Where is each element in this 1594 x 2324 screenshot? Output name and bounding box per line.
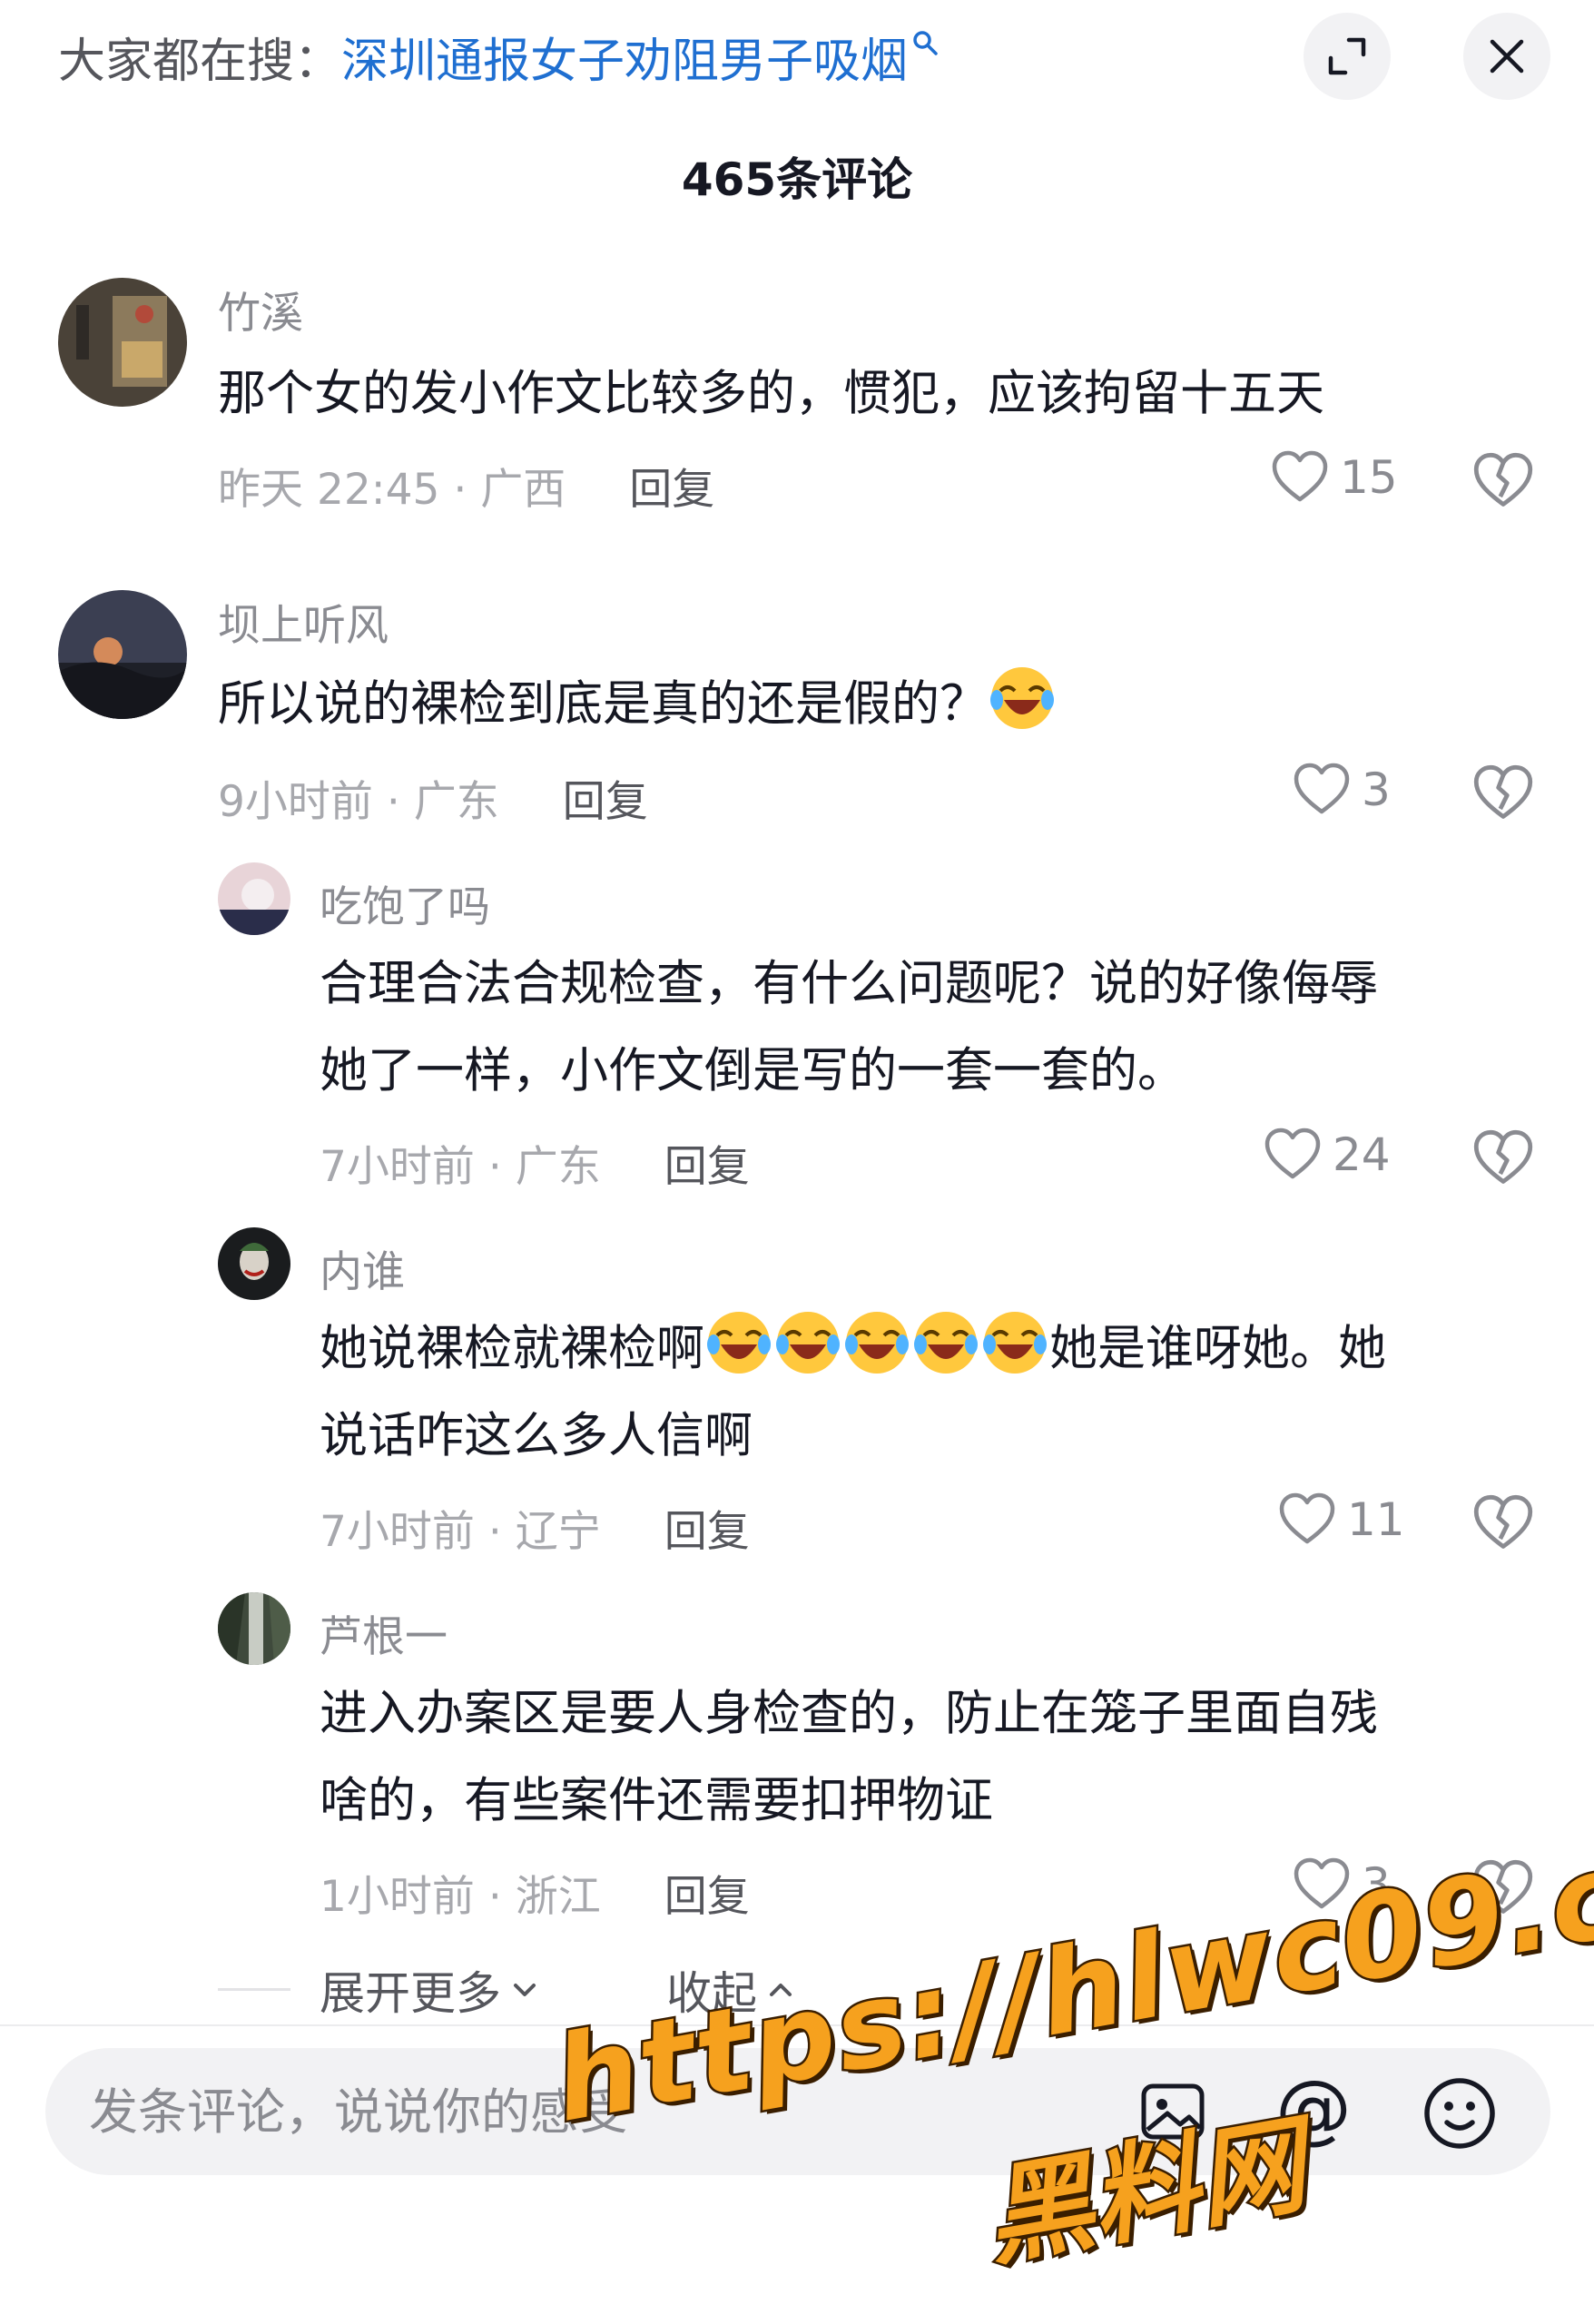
laugh-cry-emoji [988,664,1057,733]
comment-username[interactable]: 坝上听风 [218,590,389,653]
reply-text-line: 啥的，有些案件还需要扣押物证 [320,1773,993,1828]
chevron-down-icon [514,1984,536,1996]
dislike-button[interactable] [1472,450,1534,512]
reply-text-content: 她说裸检就裸检啊 [320,1321,704,1376]
comment-time-location: 9小时前 · 广东 [218,777,499,827]
reply-text-line: 合理合法合规检查，有什么问题呢？说的好像侮辱 [320,956,1378,1011]
like-count: 15 [1340,451,1398,504]
laugh-cry-emoji [704,1308,773,1377]
reply-button[interactable]: 回复 [629,454,714,517]
reply-button[interactable]: 回复 [664,1131,750,1194]
avatar[interactable] [58,278,187,407]
comment-meta: 昨天 22:45 · 广西 回复 [218,454,714,517]
dislike-button[interactable] [1472,1128,1534,1189]
heart-icon [1294,763,1350,814]
avatar[interactable] [218,1227,290,1300]
like-button[interactable]: 3 [1293,763,1391,817]
laugh-cry-emoji [911,1308,980,1377]
reply-username[interactable]: 内谁 [320,1236,405,1299]
comment-meta: 9小时前 · 广东 回复 [218,766,648,829]
like-button[interactable]: 24 [1264,1128,1391,1182]
reply-meta: 1小时前 · 浙江 回复 [320,1861,750,1924]
reply-button[interactable]: 回复 [664,1861,750,1924]
trending-search-bar[interactable]: 大家都在搜： 深圳通报女子劝阻男子吸烟 [58,24,939,89]
dislike-button[interactable] [1472,1492,1534,1554]
trending-search-link[interactable]: 深圳通报女子劝阻男子吸烟 [341,23,908,91]
expand-button[interactable] [1304,13,1391,100]
broken-heart-icon [1473,764,1533,819]
comment-count-title: 465条评论 [681,153,913,206]
reply-meta: 7小时前 · 广东 回复 [320,1131,750,1194]
trending-search-label: 大家都在搜： [58,34,342,89]
close-icon [1490,39,1524,74]
thread-divider [218,1988,290,1991]
heart-icon [1264,1128,1321,1179]
like-count: 3 [1362,763,1391,816]
broken-heart-icon [1473,452,1533,507]
emoji-button[interactable] [1422,2075,1498,2155]
broken-heart-icon [1473,1129,1533,1184]
search-icon [911,29,939,64]
heart-icon [1272,450,1328,502]
reply-username[interactable]: 芦根一 [320,1601,448,1664]
like-button[interactable]: 11 [1278,1492,1405,1547]
comment-time-location: 昨天 22:45 · 广西 [218,465,566,515]
expand-more-button[interactable]: 展开更多 [320,1957,543,2023]
comment-text-content: 所以说的裸检到底是真的还是假的？ [218,676,988,732]
dislike-button[interactable] [1472,763,1534,824]
comment-text: 所以说的裸检到底是真的还是假的？ [218,661,1057,748]
reply-text-line: 进入办案区是要人身检查的，防止在笼子里面自残 [320,1686,1378,1741]
heart-icon [1279,1492,1335,1544]
reply-time-location: 1小时前 · 浙江 [320,1872,601,1922]
broken-heart-icon [1473,1494,1533,1549]
expand-more-label: 展开更多 [320,1967,501,2020]
like-button[interactable]: 15 [1271,450,1398,505]
reply-text-line: 她说裸检就裸检啊 她是谁呀她。她 [320,1305,1386,1393]
laugh-cry-emoji [980,1308,1049,1377]
like-count: 24 [1333,1128,1391,1181]
close-button[interactable] [1463,13,1550,100]
reply-text-content: 她是谁呀她。她 [1049,1321,1386,1376]
reply-button[interactable]: 回复 [664,1496,750,1559]
laugh-cry-emoji [773,1308,842,1377]
avatar[interactable] [58,590,187,719]
reply-text-line: 说话咋这么多人信啊 [320,1408,753,1463]
like-count: 11 [1347,1493,1405,1546]
reply-time-location: 7小时前 · 辽宁 [320,1507,601,1557]
reply-text-line: 她了一样，小作文倒是写的一套一套的。 [320,1043,1186,1098]
reply-meta: 7小时前 · 辽宁 回复 [320,1496,750,1559]
reply-button[interactable]: 回复 [563,766,648,829]
reply-time-location: 7小时前 · 广东 [320,1142,601,1192]
smiley-icon [1424,2078,1495,2149]
avatar[interactable] [218,862,290,935]
comment-username[interactable]: 竹溪 [218,278,303,340]
reply-username[interactable]: 吃饱了吗 [320,872,490,934]
expand-icon [1328,37,1366,75]
avatar[interactable] [218,1592,290,1665]
laugh-cry-emoji [842,1308,911,1377]
comment-text: 那个女的发小作文比较多的，惯犯，应该拘留十五天 [218,366,1324,421]
